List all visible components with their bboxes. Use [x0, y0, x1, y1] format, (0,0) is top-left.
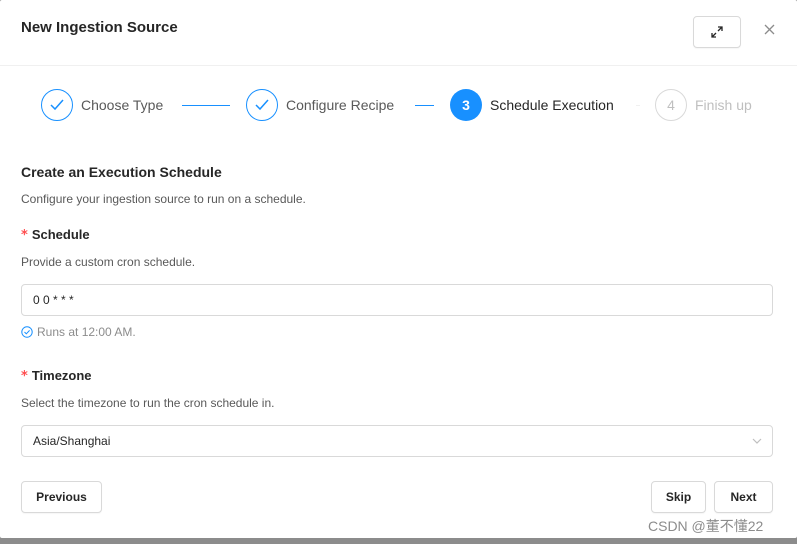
modal-title: New Ingestion Source [21, 19, 178, 36]
schedule-label-text: Schedule [31, 227, 90, 242]
step-connector [415, 105, 434, 106]
step-connector [636, 105, 640, 106]
check-icon [255, 99, 269, 111]
step-1-label: Choose Type [81, 97, 164, 113]
ingestion-modal: New Ingestion Source Choose Type Configu… [0, 0, 797, 538]
step-4-circle: 4 [655, 89, 687, 121]
previous-button[interactable]: Previous [21, 481, 102, 513]
section-description: Configure your ingestion source to run o… [21, 192, 306, 206]
schedule-hint: Runs at 12:00 AM. [21, 325, 136, 339]
step-3-circle: 3 [450, 89, 482, 121]
close-icon [764, 24, 774, 34]
step-connector [182, 105, 230, 106]
required-mark: * [21, 369, 28, 384]
skip-button[interactable]: Skip [651, 481, 706, 513]
modal-header: New Ingestion Source [0, 0, 797, 66]
next-button[interactable]: Next [714, 481, 773, 513]
step-3-label: Schedule Execution [490, 97, 614, 113]
timezone-label: * Timezone [21, 368, 92, 384]
step-2-label: Configure Recipe [286, 97, 395, 113]
step-4-label: Finish up [695, 97, 752, 113]
step-1-circle [41, 89, 73, 121]
expand-button[interactable] [693, 16, 741, 48]
timezone-label-text: Timezone [31, 368, 92, 383]
section-title: Create an Execution Schedule [21, 164, 222, 180]
schedule-label: * Schedule [21, 227, 90, 243]
watermark: CSDN @董不懂22 [648, 518, 764, 534]
schedule-hint-text: Runs at 12:00 AM. [37, 325, 136, 339]
timezone-select[interactable]: Asia/Shanghai [21, 425, 773, 457]
expand-icon [711, 26, 723, 38]
step-2-circle [246, 89, 278, 121]
required-mark: * [21, 228, 28, 243]
check-icon [50, 99, 64, 111]
check-circle-icon [21, 326, 33, 338]
timezone-selected-value: Asia/Shanghai [33, 434, 111, 448]
timezone-help: Select the timezone to run the cron sche… [21, 396, 275, 410]
cron-schedule-input[interactable]: 0 0 * * * [21, 284, 773, 316]
steps-bar: Choose Type Configure Recipe 3 Schedule … [0, 88, 797, 124]
close-button[interactable] [760, 20, 778, 38]
schedule-help: Provide a custom cron schedule. [21, 255, 196, 269]
chevron-down-icon [752, 438, 762, 444]
